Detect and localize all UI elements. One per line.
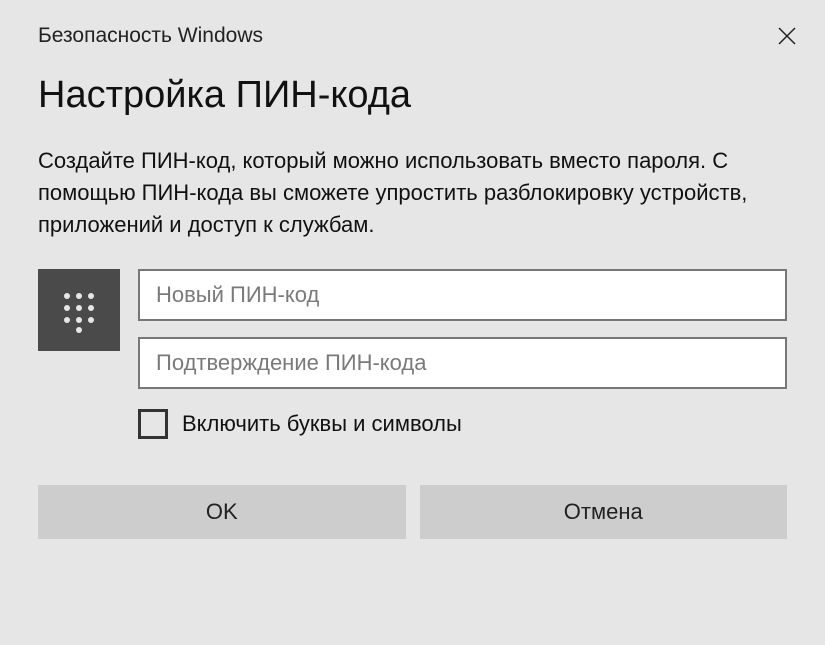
cancel-button[interactable]: Отмена <box>420 485 788 539</box>
windows-security-dialog: Безопасность Windows Настройка ПИН-кода … <box>0 0 825 645</box>
page-title: Настройка ПИН-кода <box>0 64 825 145</box>
confirm-pin-input[interactable] <box>138 337 787 389</box>
pin-fields <box>138 269 787 389</box>
keypad-icon <box>38 269 120 351</box>
close-button[interactable] <box>769 18 805 54</box>
pin-section <box>0 269 825 389</box>
symbols-checkbox-row: Включить буквы и символы <box>0 389 825 439</box>
symbols-checkbox[interactable] <box>138 409 168 439</box>
button-row: OK Отмена <box>0 439 825 539</box>
symbols-checkbox-label: Включить буквы и символы <box>182 411 462 437</box>
titlebar-label: Безопасность Windows <box>38 24 263 48</box>
ok-button[interactable]: OK <box>38 485 406 539</box>
new-pin-input[interactable] <box>138 269 787 321</box>
titlebar: Безопасность Windows <box>0 0 825 64</box>
close-icon <box>777 26 797 46</box>
page-description: Создайте ПИН-код, который можно использо… <box>0 145 825 269</box>
